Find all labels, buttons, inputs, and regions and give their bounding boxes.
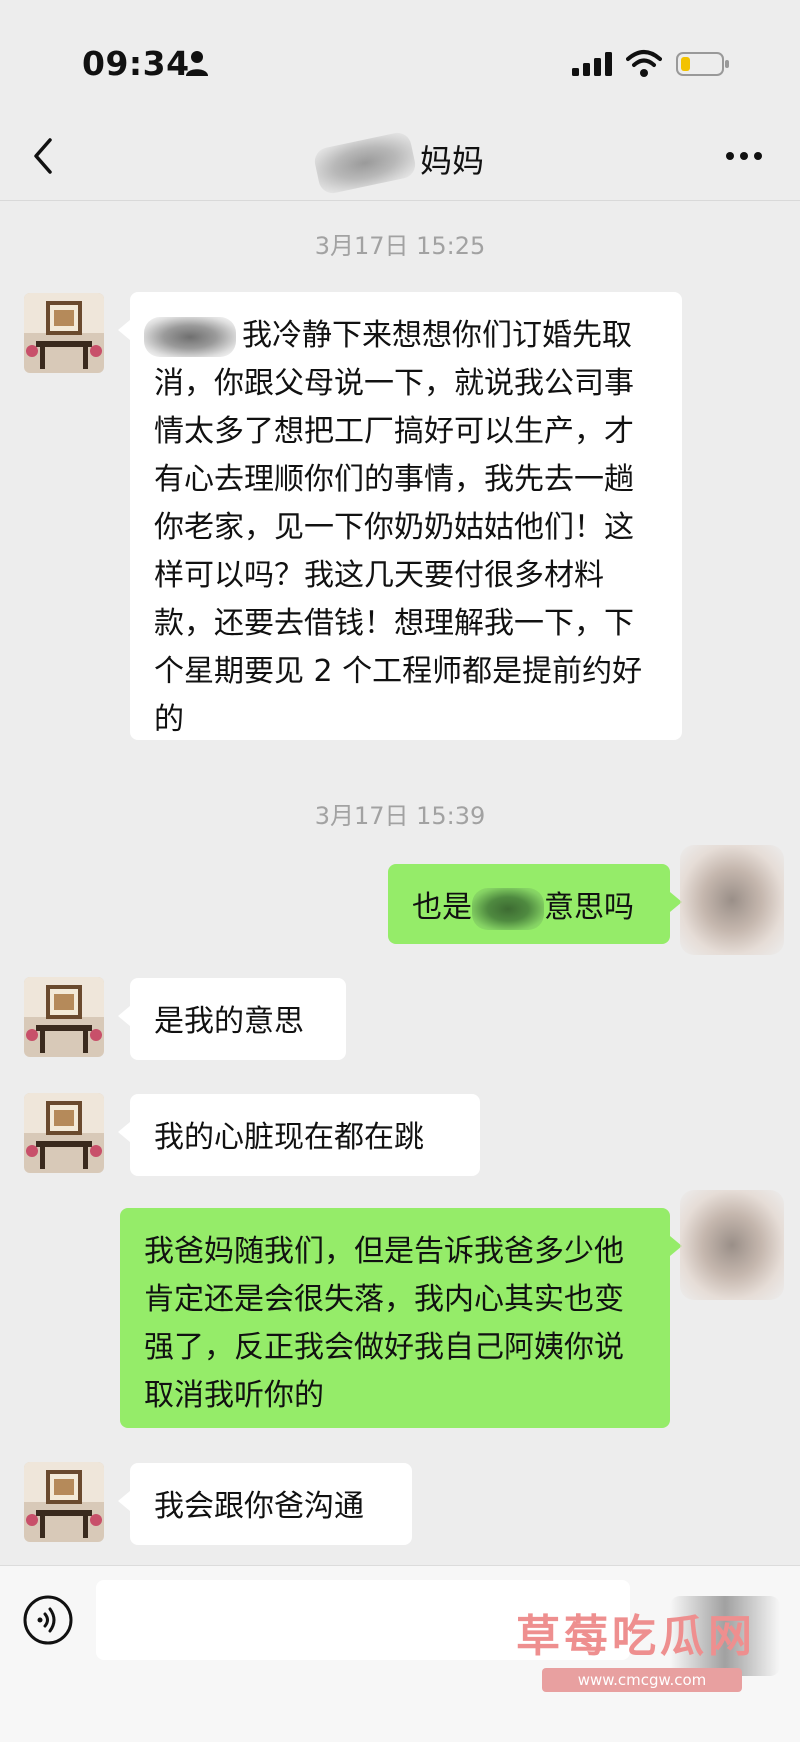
status-bar: 09:34 [0, 0, 800, 110]
chat-header: 妈妈 [0, 110, 800, 201]
more-dots-icon[interactable] [724, 150, 764, 162]
message-text: 我的心脏现在都在跳 [154, 1120, 424, 1155]
timestamp: 3月17日 15:39 [314, 802, 486, 830]
chat-title: 妈妈 [0, 130, 800, 196]
message-bubble-received[interactable]: 我会跟你爸沟通 [118, 1463, 412, 1545]
message-bubble-sent[interactable]: 我爸妈随我们，但是告诉我爸多少他肯定还是会很失落，我内心其实也变强了，反正我会做… [120, 1208, 682, 1428]
message-text-part: 意思吗 [544, 890, 634, 925]
avatar-image [24, 1093, 104, 1173]
wifi-icon [626, 50, 662, 77]
my-avatar[interactable] [680, 1190, 784, 1300]
status-time: 09:34 [82, 44, 190, 83]
timestamp: 3月17日 15:25 [314, 232, 486, 260]
person-icon [186, 51, 208, 76]
input-bar: 草莓吃瓜网 www.cmcgw.com [0, 1565, 800, 1742]
chat-title-text: 妈妈 [419, 142, 484, 180]
watermark-url: www.cmcgw.com [542, 1668, 742, 1692]
battery-icon [676, 52, 729, 76]
avatar-image [24, 1462, 104, 1542]
message-bubble-received[interactable]: 是我的意思 [118, 978, 346, 1060]
redacted-name [312, 130, 418, 196]
voice-icon[interactable] [22, 1594, 74, 1646]
contact-avatar[interactable] [24, 1462, 104, 1542]
message-bubble-sent[interactable]: 也是 意思吗 [388, 864, 682, 944]
contact-avatar[interactable] [24, 1093, 104, 1173]
watermark-text: 草莓吃瓜网 [516, 1611, 756, 1662]
contact-avatar[interactable] [24, 977, 104, 1057]
message-text: 我冷静下来想想你们订婚先取消，你跟父母说一下，就说我公司事情太多了想把工厂搞好可… [154, 318, 643, 737]
message-text: 是我的意思 [154, 1004, 304, 1039]
avatar-image [24, 977, 104, 1057]
redacted-text [472, 887, 544, 930]
message-text-part: 也是 [412, 890, 472, 925]
redacted-text [144, 316, 236, 357]
message-bubble-received[interactable]: 我的心脏现在都在跳 [118, 1094, 480, 1176]
avatar-image [24, 293, 104, 373]
contact-avatar[interactable] [24, 293, 104, 373]
cellular-signal-icon [572, 52, 612, 76]
my-avatar[interactable] [680, 845, 784, 955]
message-text: 我爸妈随我们，但是告诉我爸多少他肯定还是会很失落，我内心其实也变强了，反正我会做… [144, 1234, 624, 1413]
message-bubble-received[interactable]: 我冷静下来想想你们订婚先取消，你跟父母说一下，就说我公司事情太多了想把工厂搞好可… [118, 292, 682, 740]
message-text: 我会跟你爸沟通 [154, 1489, 364, 1524]
watermark: 草莓吃瓜网 www.cmcgw.com [516, 1600, 772, 1692]
